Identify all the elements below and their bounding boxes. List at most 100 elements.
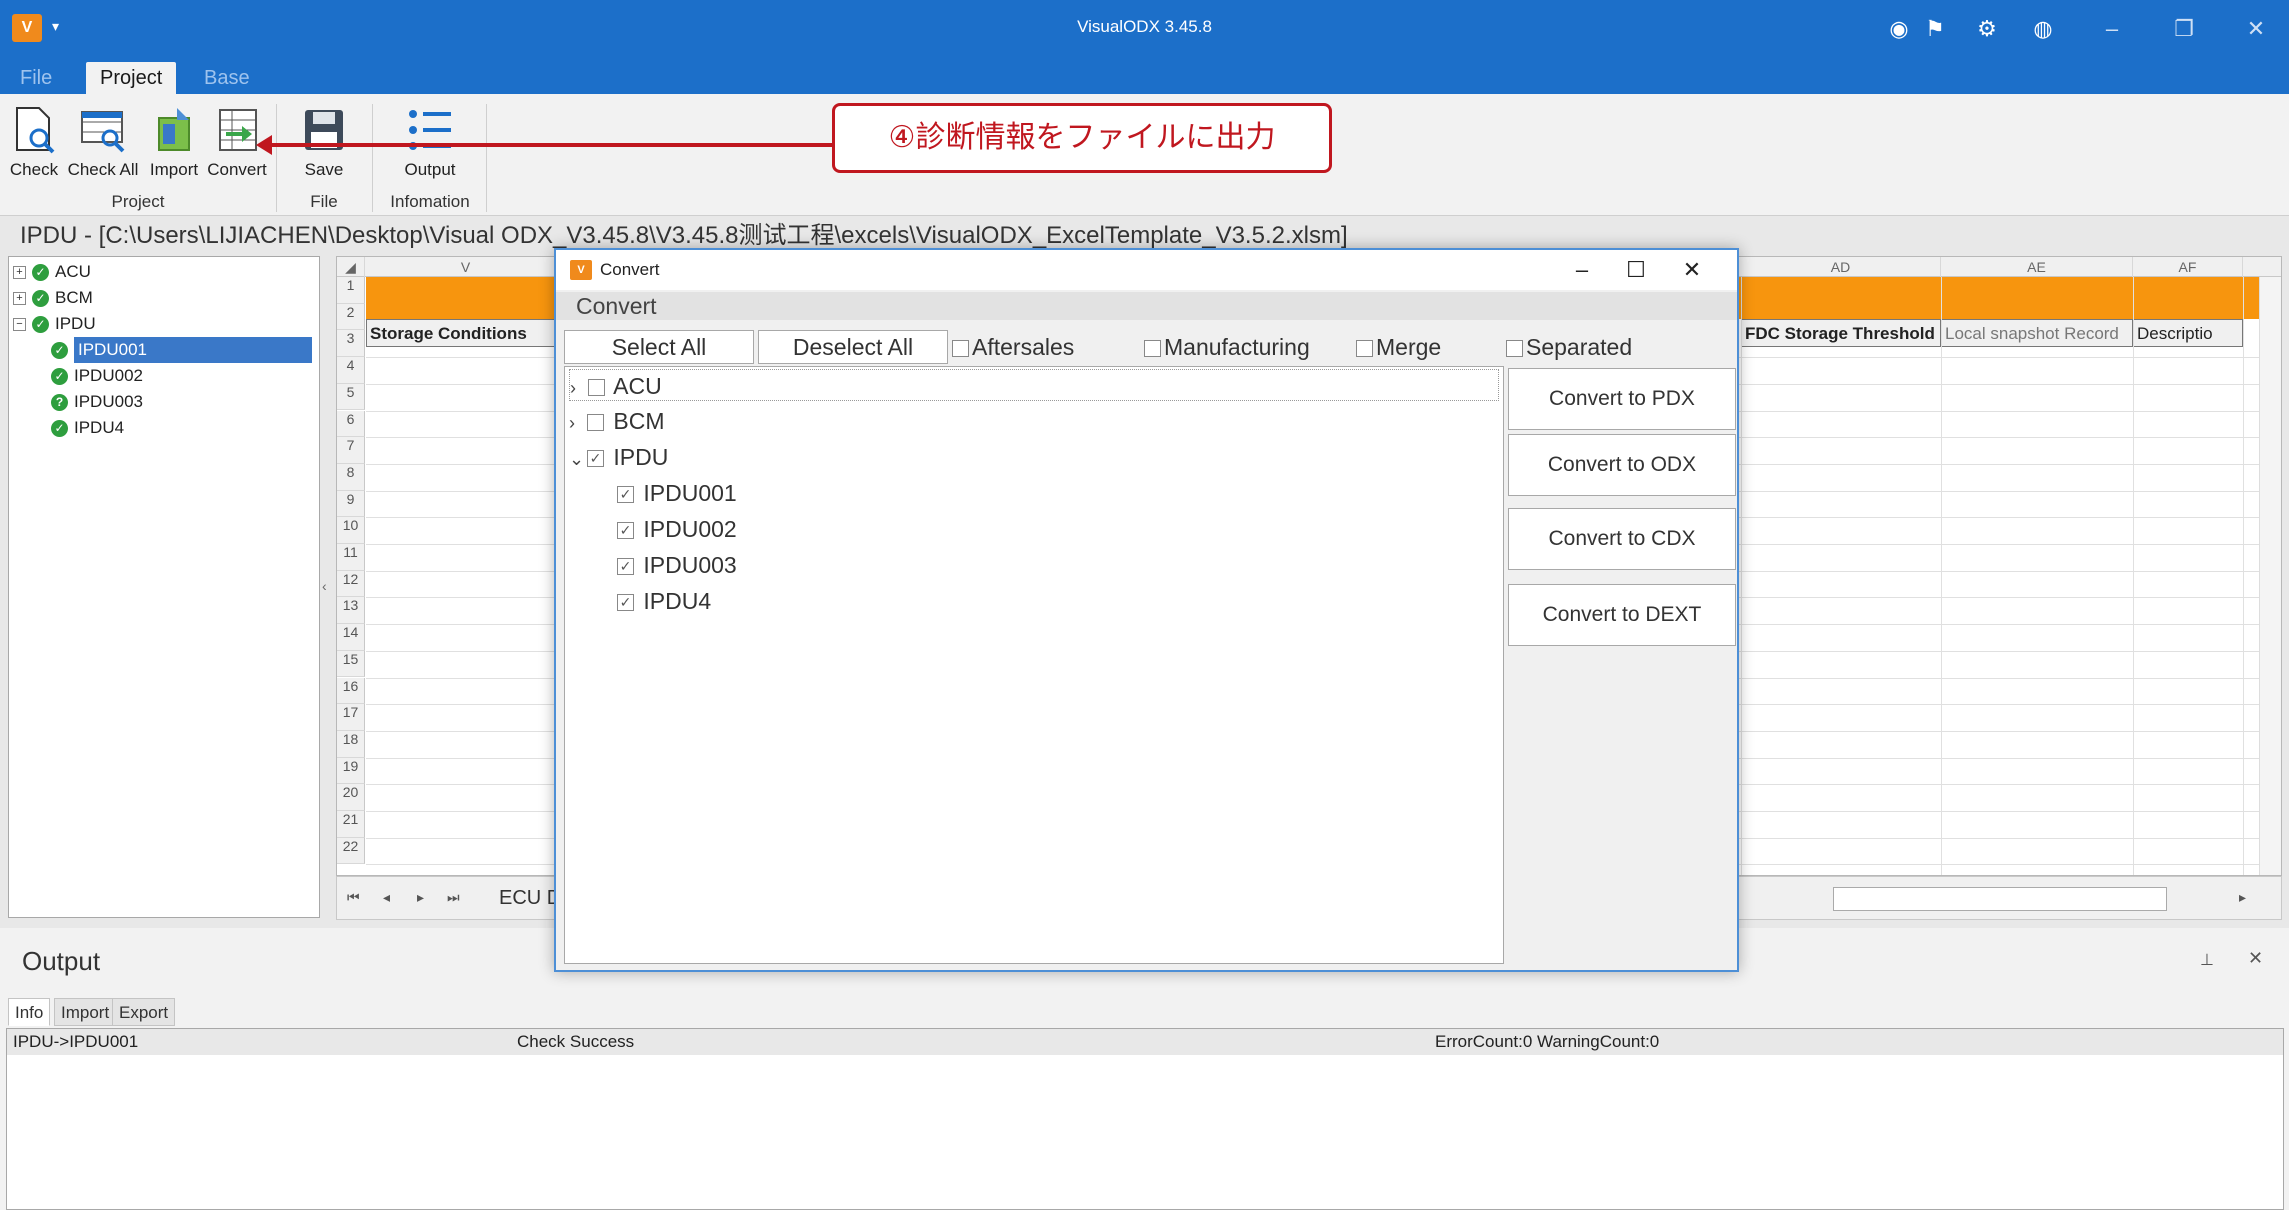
convert-node-ipdu4[interactable]: ✓ IPDU4 (617, 585, 711, 617)
header-cell[interactable]: Local snapshot Record (1941, 319, 2133, 347)
row-header[interactable]: 17 (337, 704, 365, 731)
checkbox[interactable] (1356, 340, 1373, 358)
convert-node-ipdu[interactable]: ⌄ ✓ IPDU (569, 441, 668, 473)
row-header[interactable]: 20 (337, 784, 365, 811)
scroll-right-icon[interactable]: ▸ (2239, 889, 2246, 906)
tab-import[interactable]: Import (54, 998, 117, 1026)
gear-icon[interactable]: ⚙ (1972, 14, 2002, 44)
row-header[interactable]: 3 (337, 330, 365, 358)
tab-export[interactable]: Export (112, 998, 176, 1026)
row-header[interactable]: 2 (337, 303, 365, 331)
windows-flag-icon[interactable]: ⚑ (1920, 14, 1950, 44)
row-header[interactable]: 12 (337, 570, 365, 598)
row-header[interactable]: 14 (337, 624, 365, 651)
convert-to-dext-button[interactable]: Convert to DEXT (1508, 584, 1736, 646)
convert-node-acu[interactable]: › ACU (569, 369, 1499, 401)
select-all-corner[interactable]: ◢ (337, 257, 365, 277)
convert-to-odx-button[interactable]: Convert to ODX (1508, 434, 1736, 496)
tree-node-bcm[interactable]: + ✓ BCM (13, 285, 93, 311)
tree-node-ipdu001[interactable]: ✓ IPDU001 (51, 337, 312, 363)
chevron-right-icon[interactable]: › (570, 372, 588, 404)
select-all-button[interactable]: Select All (564, 330, 754, 364)
menu-file[interactable]: File (6, 62, 66, 94)
checkbox-checked[interactable]: ✓ (617, 558, 634, 576)
last-sheet-icon[interactable]: ⏭ (447, 889, 460, 906)
vertical-scrollbar[interactable] (2259, 277, 2281, 875)
convert-node-ipdu001[interactable]: ✓ IPDU001 (617, 477, 737, 509)
row-header[interactable]: 6 (337, 410, 365, 438)
row-header[interactable]: 21 (337, 811, 365, 838)
convert-node-bcm[interactable]: › BCM (569, 405, 665, 437)
convert-to-cdx-button[interactable]: Convert to CDX (1508, 508, 1736, 570)
option-merge[interactable]: Merge (1356, 334, 1441, 361)
maximize-icon[interactable]: ☐ (1616, 254, 1656, 286)
tree-node-ipdu003[interactable]: ? IPDU003 (51, 389, 143, 415)
save-button[interactable]: Save (294, 104, 354, 180)
checkbox[interactable] (1144, 340, 1161, 358)
checkbox[interactable] (588, 379, 605, 397)
sheet-tab[interactable]: ECU D (499, 887, 561, 910)
row-header[interactable]: 9 (337, 490, 365, 518)
row-header[interactable]: 8 (337, 463, 365, 491)
chevron-right-icon[interactable]: › (569, 407, 587, 439)
collapse-icon[interactable]: − (13, 318, 26, 332)
minimize-icon[interactable]: – (1562, 254, 1602, 286)
close-icon[interactable]: ✕ (1672, 254, 1712, 286)
row-header[interactable]: 4 (337, 357, 365, 384)
output-button[interactable]: Output (384, 104, 476, 180)
checkbox-checked[interactable]: ✓ (587, 450, 604, 468)
row-header[interactable]: 22 (337, 837, 365, 865)
globe-icon[interactable]: ◍ (2028, 14, 2058, 44)
row-header[interactable]: 16 (337, 677, 365, 705)
column-header[interactable]: AD (1741, 257, 1941, 277)
expand-icon[interactable]: + (13, 266, 26, 280)
row-header[interactable]: 7 (337, 437, 365, 464)
checkbox[interactable] (1506, 340, 1523, 358)
checkbox-checked[interactable]: ✓ (617, 594, 634, 612)
column-header[interactable]: V (366, 257, 566, 277)
next-sheet-icon[interactable]: ▸ (417, 889, 424, 906)
checkbox-checked[interactable]: ✓ (617, 486, 634, 504)
menu-base[interactable]: Base (190, 62, 264, 94)
option-aftersales[interactable]: Aftersales (952, 334, 1074, 361)
splitter-collapse-icon[interactable]: ‹ (322, 578, 327, 594)
header-cell[interactable]: FDC Storage Threshold (1741, 319, 1941, 347)
deselect-all-button[interactable]: Deselect All (758, 330, 948, 364)
restore-icon[interactable]: ❐ (2164, 12, 2204, 46)
row-header[interactable]: 19 (337, 757, 365, 785)
row-header[interactable]: 10 (337, 517, 365, 544)
column-header[interactable]: AF (2133, 257, 2243, 277)
prev-sheet-icon[interactable]: ◂ (383, 889, 390, 906)
convert-node-ipdu003[interactable]: ✓ IPDU003 (617, 549, 737, 581)
horizontal-scrollbar[interactable] (1833, 887, 2167, 911)
checkbox[interactable] (587, 414, 604, 432)
tree-node-ipdu4[interactable]: ✓ IPDU4 (51, 415, 124, 441)
check-all-button[interactable]: Check All (66, 104, 140, 180)
convert-node-ipdu002[interactable]: ✓ IPDU002 (617, 513, 737, 545)
minimize-icon[interactable]: – (2092, 12, 2132, 46)
row-header[interactable]: 11 (337, 544, 365, 571)
expand-icon[interactable]: + (13, 292, 26, 306)
convert-to-pdx-button[interactable]: Convert to PDX (1508, 368, 1736, 430)
tree-node-ipdu[interactable]: − ✓ IPDU (13, 311, 96, 337)
chrome-icon[interactable]: ◉ (1884, 14, 1914, 44)
column-header[interactable]: AE (1941, 257, 2133, 277)
import-button[interactable]: Import (146, 104, 202, 180)
first-sheet-icon[interactable]: ⏮ (347, 889, 360, 906)
pin-icon[interactable]: ⊥ (2200, 950, 2214, 970)
header-cell[interactable]: Storage Conditions (366, 319, 566, 347)
row-header[interactable]: 15 (337, 650, 365, 678)
row-header[interactable]: 1 (337, 277, 365, 304)
checkbox[interactable] (952, 340, 969, 358)
output-row[interactable]: IPDU->IPDU001 Check Success ErrorCount:0… (7, 1029, 2283, 1055)
row-header[interactable]: 13 (337, 597, 365, 625)
close-icon[interactable]: ✕ (2236, 12, 2276, 46)
check-button[interactable]: Check (6, 104, 62, 180)
tree-node-acu[interactable]: + ✓ ACU (13, 259, 91, 285)
chevron-down-icon[interactable]: ⌄ (569, 443, 587, 475)
row-header[interactable]: 5 (337, 383, 365, 411)
tree-node-ipdu002[interactable]: ✓ IPDU002 (51, 363, 143, 389)
close-icon[interactable]: ✕ (2248, 948, 2263, 969)
checkbox-checked[interactable]: ✓ (617, 522, 634, 540)
option-separated[interactable]: Separated (1506, 334, 1632, 361)
